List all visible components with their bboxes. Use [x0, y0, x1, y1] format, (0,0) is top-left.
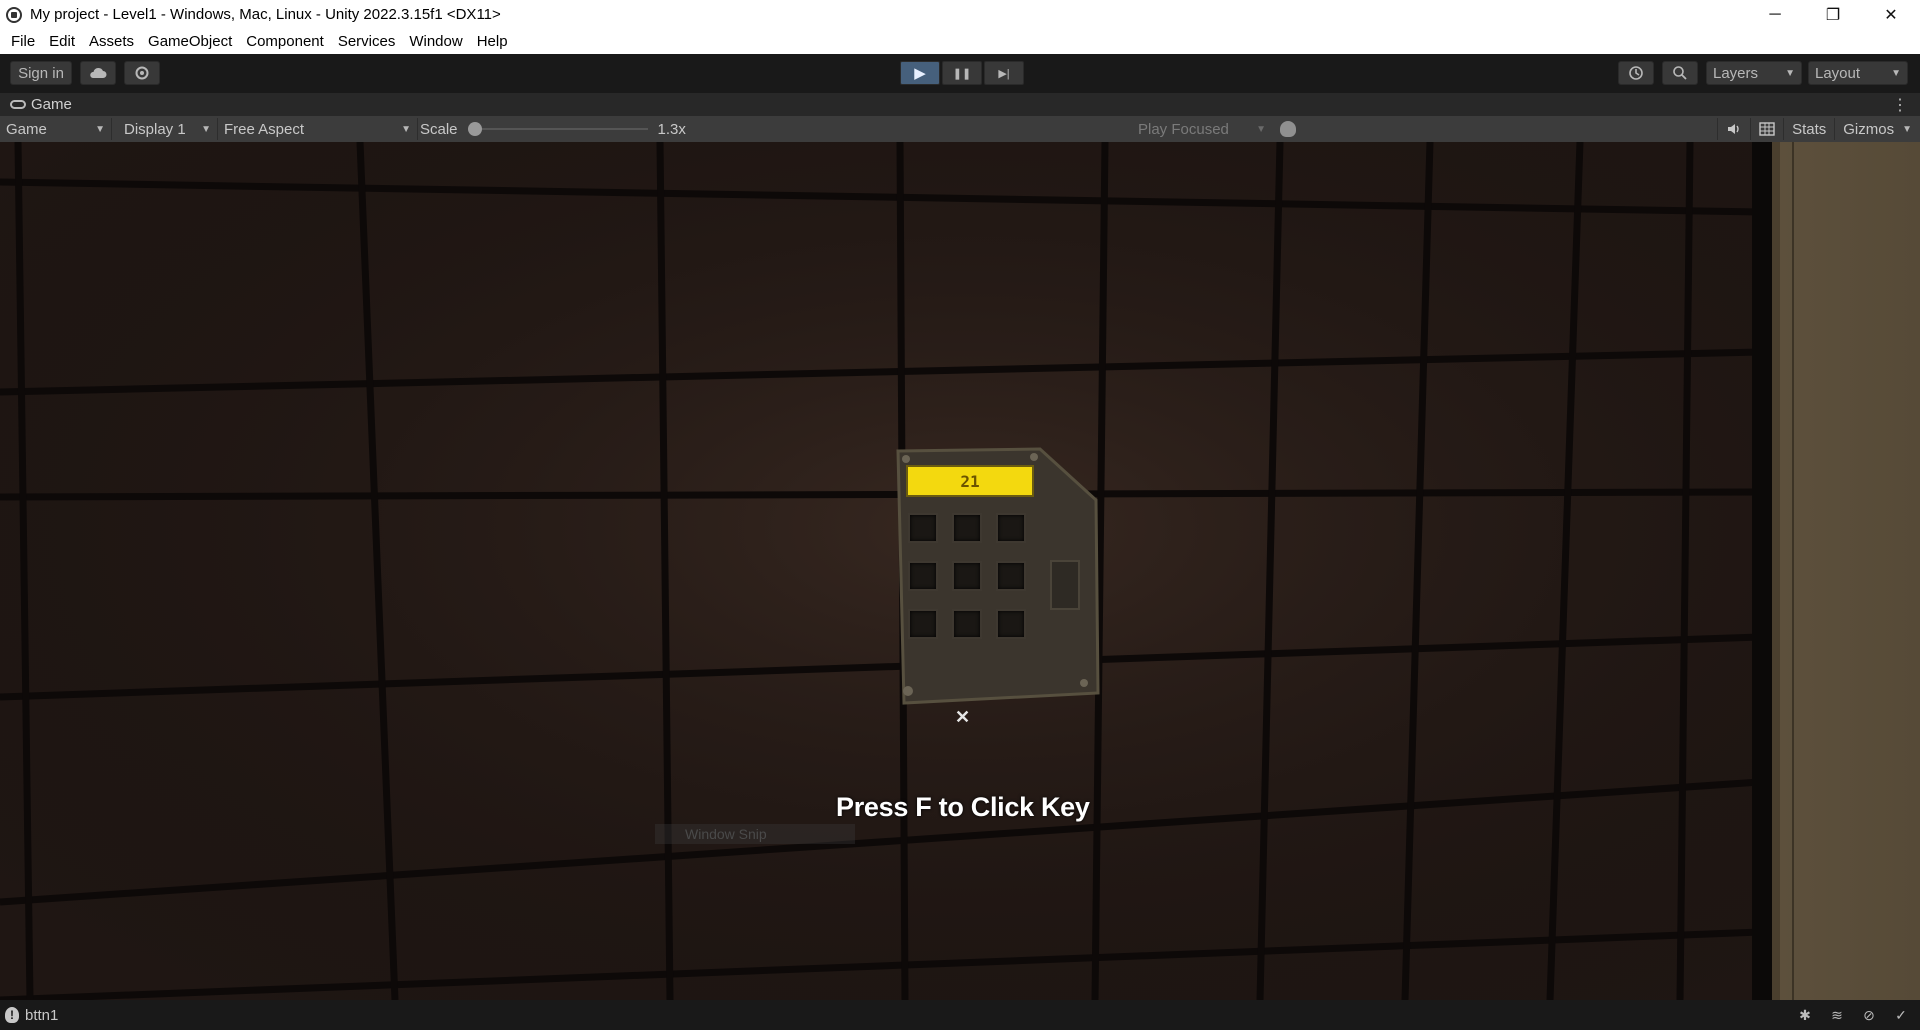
undo-history-button[interactable] [1618, 61, 1654, 85]
pause-button[interactable]: ❚❚ [942, 61, 982, 85]
view-select[interactable]: Game ▼ [0, 118, 112, 140]
layers-stack-icon[interactable]: ≋ [1828, 1007, 1846, 1023]
restore-button[interactable]: ❐ [1804, 0, 1862, 29]
menu-help[interactable]: Help [470, 33, 515, 50]
scale-control: Scale 1.3x [420, 118, 686, 140]
stats-button[interactable]: Stats [1783, 118, 1834, 140]
gear-icon [135, 66, 149, 80]
game-tab-header: Game ⋮ [0, 93, 1920, 116]
chevron-down-icon: ▼ [1785, 67, 1795, 79]
aspect-select-value: Free Aspect [224, 120, 305, 138]
game-viewport[interactable]: 21 Window Snip ✕ Press F to Click Key [0, 142, 1920, 1000]
keypad-key[interactable] [996, 561, 1026, 591]
menu-gameobject[interactable]: GameObject [141, 33, 239, 50]
scale-value: 1.3x [657, 120, 686, 138]
chevron-down-icon: ▼ [1256, 123, 1266, 135]
collab-settings-button[interactable] [124, 61, 160, 85]
menu-assets[interactable]: Assets [82, 33, 141, 50]
more-options-icon[interactable]: ⋮ [1892, 95, 1908, 115]
mute-audio-button[interactable] [1717, 118, 1750, 140]
layers-dropdown[interactable]: Layers ▼ [1706, 61, 1802, 85]
window-snip-overlay: Window Snip [655, 824, 855, 844]
status-icons: ✱ ≋ ⊘ ✓ [1796, 1007, 1910, 1023]
keypad[interactable]: 21 [890, 445, 1100, 707]
window-title: My project - Level1 - Windows, Mac, Linu… [30, 6, 501, 23]
aspect-select[interactable]: Free Aspect ▼ [218, 118, 418, 140]
history-icon [1629, 66, 1643, 80]
cloud-button[interactable] [80, 61, 116, 85]
keypad-key[interactable] [908, 561, 938, 591]
keypad-key[interactable] [996, 513, 1026, 543]
cloud-icon [90, 67, 107, 78]
status-message[interactable]: bttn1 [25, 1007, 58, 1024]
gizmos-label: Gizmos [1843, 120, 1895, 138]
minimize-button[interactable]: ─ [1746, 0, 1804, 29]
keypad-display: 21 [906, 465, 1034, 497]
chevron-down-icon: ▼ [401, 123, 411, 135]
sign-in-button[interactable]: Sign in [10, 61, 72, 85]
interaction-prompt: Press F to Click Key [836, 792, 1090, 822]
chevron-down-icon: ▼ [1891, 67, 1901, 79]
unity-logo-icon [6, 6, 22, 23]
check-circle-icon[interactable]: ✓ [1892, 1007, 1910, 1023]
game-view-toolbar: Game ▼ Display 1 ▼ Free Aspect ▼ Scale 1… [0, 116, 1920, 142]
play-button[interactable]: ▶ [900, 61, 940, 85]
keypad-key[interactable] [952, 513, 982, 543]
layout-dropdown[interactable]: Layout ▼ [1808, 61, 1908, 85]
display-select[interactable]: Display 1 ▼ [118, 118, 218, 140]
play-mode-select[interactable]: Play Focused ▼ [1132, 118, 1272, 140]
keypad-key[interactable] [996, 609, 1026, 639]
close-button[interactable]: ✕ [1862, 0, 1920, 29]
main-toolbar: Sign in ▶ ❚❚ ▶| Layers ▼ Layout ▼ [0, 54, 1920, 93]
menu-window[interactable]: Window [402, 33, 469, 50]
layers-label: Layers [1713, 64, 1759, 82]
view-select-value: Game [6, 120, 47, 138]
search-button[interactable] [1662, 61, 1698, 85]
tiled-wall [0, 142, 1760, 1000]
keypad-key[interactable] [908, 513, 938, 543]
play-controls: ▶ ❚❚ ▶| [900, 61, 1024, 85]
door-frame [1752, 142, 1920, 1000]
crosshair: ✕ [955, 707, 971, 727]
grid-toggle-button[interactable] [1750, 118, 1783, 140]
play-mode-value: Play Focused [1138, 120, 1229, 138]
chevron-down-icon: ▼ [201, 123, 211, 135]
keypad-side-slot [1050, 560, 1080, 610]
speaker-icon [1728, 124, 1739, 134]
gizmos-button[interactable]: Gizmos ▼ [1834, 118, 1920, 140]
bug-icon[interactable] [1280, 121, 1296, 137]
gamepad-icon [10, 100, 26, 109]
chevron-down-icon: ▼ [1902, 123, 1912, 135]
keypad-key[interactable] [908, 609, 938, 639]
info-icon: ! [5, 1007, 19, 1023]
debug-off-icon[interactable]: ✱ [1796, 1007, 1814, 1023]
scale-label: Scale [420, 120, 458, 138]
scale-slider-thumb[interactable] [467, 122, 482, 136]
keypad-key[interactable] [952, 561, 982, 591]
menu-services[interactable]: Services [331, 33, 403, 50]
tab-game[interactable]: Game [31, 96, 72, 113]
step-button[interactable]: ▶| [984, 61, 1024, 85]
search-icon [1673, 66, 1687, 80]
scale-slider[interactable] [467, 122, 648, 136]
network-off-icon[interactable]: ⊘ [1860, 1007, 1878, 1023]
wall-tile-grid [0, 142, 1760, 1000]
title-bar: My project - Level1 - Windows, Mac, Linu… [0, 0, 1920, 29]
menu-edit[interactable]: Edit [42, 33, 82, 50]
chevron-down-icon: ▼ [95, 123, 105, 135]
menu-component[interactable]: Component [239, 33, 331, 50]
menu-bar: File Edit Assets GameObject Component Se… [0, 29, 1920, 54]
game-view-right-controls: Stats Gizmos ▼ [1717, 118, 1920, 140]
grid-icon [1759, 122, 1775, 136]
keypad-key[interactable] [952, 609, 982, 639]
status-bar: ! bttn1 ✱ ≋ ⊘ ✓ [0, 1000, 1920, 1030]
display-select-value: Display 1 [124, 120, 186, 138]
menu-file[interactable]: File [4, 33, 42, 50]
layout-label: Layout [1815, 64, 1861, 82]
